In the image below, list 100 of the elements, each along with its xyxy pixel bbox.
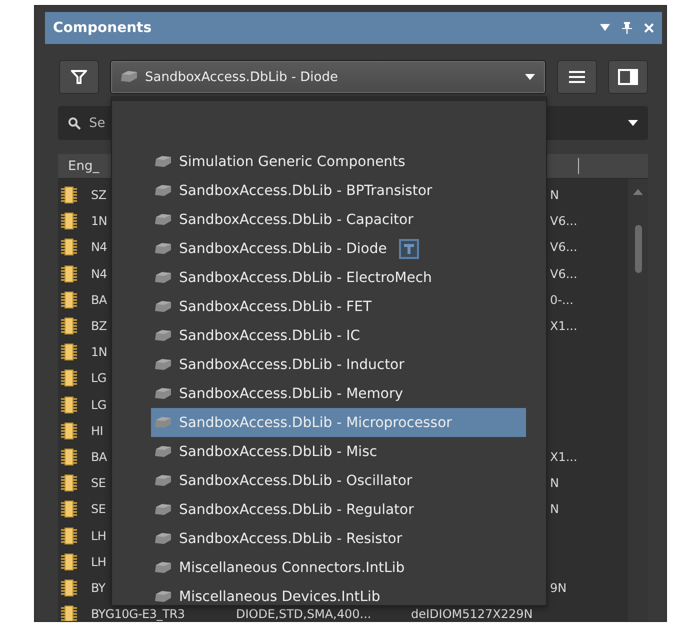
library-name: SandboxAccess.DbLib - IC bbox=[179, 328, 360, 344]
library-icon bbox=[153, 386, 173, 400]
table-cell: LG bbox=[91, 398, 106, 412]
table-cell: X1... bbox=[550, 450, 578, 464]
component-icon bbox=[60, 396, 78, 414]
component-icon bbox=[60, 474, 78, 492]
library-icon bbox=[153, 242, 173, 256]
panel-title: Components bbox=[53, 20, 152, 36]
filter-button[interactable] bbox=[59, 60, 99, 94]
table-cell: BZ bbox=[91, 319, 107, 334]
table-cell: 1N bbox=[91, 214, 108, 228]
component-icon bbox=[60, 317, 78, 336]
panel-toggle-button[interactable] bbox=[608, 60, 648, 94]
table-cell: V6... bbox=[550, 266, 578, 281]
library-list-item[interactable]: SandboxAccess.DbLib - Oscillator bbox=[151, 466, 526, 495]
scrollbar[interactable] bbox=[628, 179, 648, 621]
table-cell: LH bbox=[91, 528, 106, 543]
library-name: SandboxAccess.DbLib - Memory bbox=[179, 386, 404, 402]
component-icon bbox=[60, 343, 78, 362]
library-list-item[interactable]: SandboxAccess.DbLib - FET bbox=[151, 292, 526, 321]
component-icon bbox=[60, 578, 78, 597]
library-list-item[interactable]: SandboxAccess.DbLib - Diode bbox=[151, 234, 526, 263]
component-icon bbox=[60, 212, 78, 230]
table-cell: LH bbox=[91, 554, 106, 569]
library-list-item[interactable]: SandboxAccess.DbLib - IC bbox=[151, 321, 526, 350]
library-list-item[interactable]: SandboxAccess.DbLib - Regulator bbox=[151, 495, 526, 524]
table-cell: SZ bbox=[91, 188, 106, 202]
library-icon bbox=[153, 300, 173, 314]
component-icon bbox=[60, 186, 78, 204]
library-icon bbox=[153, 154, 173, 168]
component-icon bbox=[60, 500, 78, 518]
library-icon bbox=[153, 590, 173, 604]
library-list-item[interactable]: SandboxAccess.DbLib - Resistor bbox=[151, 524, 526, 553]
column-header[interactable]: Eng_ bbox=[58, 158, 100, 174]
scroll-up-icon[interactable] bbox=[633, 189, 643, 195]
search-icon bbox=[68, 117, 81, 130]
table-cell: V6... bbox=[550, 214, 578, 228]
library-icon bbox=[153, 560, 173, 574]
table-cell: BA bbox=[91, 450, 107, 464]
library-list-item[interactable]: Simulation Generic Components bbox=[151, 147, 526, 176]
table-cell: BY bbox=[91, 580, 106, 595]
library-icon bbox=[153, 328, 173, 342]
library-icon bbox=[153, 532, 173, 546]
menu-icon bbox=[569, 71, 585, 83]
close-icon[interactable] bbox=[644, 23, 654, 33]
library-name: SandboxAccess.DbLib - Resistor bbox=[179, 530, 402, 546]
component-icon bbox=[60, 605, 78, 621]
library-name: SandboxAccess.DbLib - Misc bbox=[179, 444, 378, 460]
table-cell: N4 bbox=[91, 266, 108, 281]
table-cell-text: DIODE,STD,SMA,400... bbox=[236, 607, 372, 621]
library-name: Miscellaneous Devices.IntLib bbox=[179, 588, 380, 604]
component-icon bbox=[60, 448, 78, 466]
library-list-item[interactable]: SandboxAccess.DbLib - Misc bbox=[151, 437, 526, 466]
table-cell: 9N bbox=[550, 580, 567, 595]
table-cell: HI bbox=[91, 424, 103, 438]
table-cell: SE bbox=[91, 476, 106, 490]
split-panel-icon bbox=[618, 69, 638, 85]
library-name: SandboxAccess.DbLib - Regulator bbox=[179, 502, 414, 518]
library-name: Miscellaneous Connectors.IntLib bbox=[179, 560, 405, 576]
component-icon bbox=[60, 264, 78, 283]
library-select[interactable]: SandboxAccess.DbLib - Diode bbox=[110, 60, 546, 94]
component-icon bbox=[60, 422, 78, 440]
component-icon bbox=[60, 552, 78, 571]
library-select-value: SandboxAccess.DbLib - Diode bbox=[145, 70, 339, 84]
library-list-item[interactable]: SandboxAccess.DbLib - Memory bbox=[151, 379, 526, 408]
dropdown-arrow-icon[interactable] bbox=[600, 24, 610, 32]
library-name: SandboxAccess.DbLib - Microprocessor bbox=[179, 414, 452, 430]
library-name: Simulation Generic Components bbox=[179, 154, 406, 170]
table-cell: BA bbox=[91, 292, 107, 307]
library-list-item[interactable]: Miscellaneous Connectors.IntLib bbox=[151, 553, 526, 582]
table-cell: X1... bbox=[550, 319, 578, 334]
component-icon bbox=[60, 290, 78, 309]
library-icon bbox=[119, 70, 139, 84]
table-cell: N bbox=[550, 476, 559, 490]
table-cell: 1N bbox=[91, 345, 108, 360]
library-icon bbox=[153, 444, 173, 458]
caret-icon bbox=[525, 74, 535, 80]
library-icon bbox=[153, 184, 173, 198]
scrollbar-thumb[interactable] bbox=[634, 225, 642, 273]
library-list-item[interactable]: SandboxAccess.DbLib - ElectroMech bbox=[151, 263, 526, 292]
library-list-item[interactable]: SandboxAccess.DbLib - Capacitor bbox=[151, 205, 526, 234]
table-cell: N bbox=[550, 188, 559, 202]
library-list-item[interactable]: SandboxAccess.DbLib - Inductor bbox=[151, 350, 526, 379]
table-cell: deIDIOM5127X229N bbox=[411, 607, 533, 621]
library-icon bbox=[153, 270, 173, 284]
caret-icon bbox=[628, 120, 638, 127]
filter-icon bbox=[71, 69, 87, 85]
library-name: SandboxAccess.DbLib - Diode bbox=[179, 240, 387, 256]
library-name: SandboxAccess.DbLib - BPTransistor bbox=[179, 182, 432, 198]
menu-button[interactable] bbox=[557, 60, 597, 94]
library-name: SandboxAccess.DbLib - Oscillator bbox=[179, 472, 412, 488]
table-cell-text: BYG10G-E3_TR3 bbox=[91, 607, 186, 621]
table-cell: 0-... bbox=[550, 292, 574, 307]
library-icon bbox=[153, 212, 173, 226]
library-list-item[interactable]: SandboxAccess.DbLib - BPTransistor bbox=[151, 176, 526, 205]
pin-icon[interactable] bbox=[622, 22, 632, 34]
component-icon bbox=[60, 238, 78, 256]
library-icon bbox=[153, 358, 173, 372]
table-cell: SE bbox=[91, 502, 106, 516]
library-name: SandboxAccess.DbLib - ElectroMech bbox=[179, 270, 432, 286]
